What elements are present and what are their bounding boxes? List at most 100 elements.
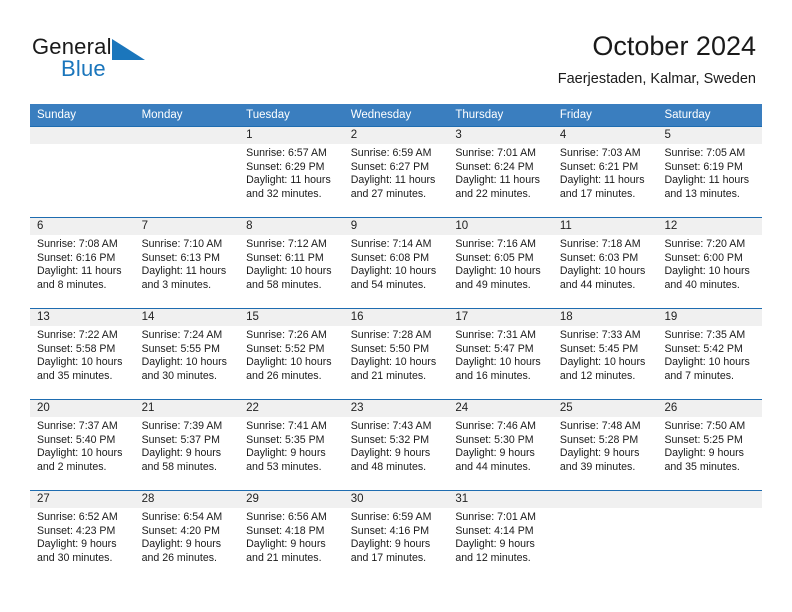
- sunrise-text: Sunrise: 7:18 AM: [559, 238, 641, 250]
- day-cell[interactable]: 31 Sunrise: 7:01 AM Sunset: 4:14 PM Dayl…: [448, 491, 553, 581]
- day-cell[interactable]: 26 Sunrise: 7:50 AM Sunset: 5:25 PM Dayl…: [657, 400, 762, 490]
- day-cell[interactable]: 6 Sunrise: 7:08 AM Sunset: 6:16 PM Dayli…: [30, 218, 135, 308]
- day-cell[interactable]: 9 Sunrise: 7:14 AM Sunset: 6:08 PM Dayli…: [344, 218, 449, 308]
- day-cell[interactable]: 7 Sunrise: 7:10 AM Sunset: 6:13 PM Dayli…: [135, 218, 240, 308]
- daylight-text-line1: Daylight: 10 hours: [246, 265, 332, 277]
- day-details: Sunrise: 7:01 AM Sunset: 6:24 PM Dayligh…: [455, 147, 547, 201]
- day-cell[interactable]: 18 Sunrise: 7:33 AM Sunset: 5:45 PM Dayl…: [553, 309, 658, 399]
- day-cell[interactable]: 28 Sunrise: 6:54 AM Sunset: 4:20 PM Dayl…: [135, 491, 240, 581]
- sunset-text: Sunset: 5:50 PM: [350, 342, 430, 355]
- day-cell[interactable]: 13 Sunrise: 7:22 AM Sunset: 5:58 PM Dayl…: [30, 309, 135, 399]
- sunrise-text: Sunrise: 6:59 AM: [350, 147, 432, 159]
- day-cell[interactable]: 21 Sunrise: 7:39 AM Sunset: 5:37 PM Dayl…: [135, 400, 240, 490]
- sunrise-text: Sunrise: 7:14 AM: [350, 238, 432, 250]
- sunset-text: Sunset: 5:40 PM: [37, 433, 116, 446]
- day-details: Sunrise: 7:01 AM Sunset: 4:14 PM Dayligh…: [455, 511, 547, 565]
- daylight-text-line2: and 7 minutes.: [664, 369, 734, 382]
- sunrise-text: Sunrise: 7:24 AM: [141, 329, 223, 341]
- brand-logo[interactable]: General Blue: [32, 34, 232, 89]
- day-cell[interactable]: 14 Sunrise: 7:24 AM Sunset: 5:55 PM Dayl…: [135, 309, 240, 399]
- sunset-text: Sunset: 4:18 PM: [246, 524, 325, 537]
- daylight-text-line2: and 49 minutes.: [455, 278, 531, 291]
- calendar-week-row: 6 Sunrise: 7:08 AM Sunset: 6:16 PM Dayli…: [30, 217, 762, 308]
- sunrise-text: Sunrise: 7:22 AM: [37, 329, 118, 341]
- day-cell[interactable]: 8 Sunrise: 7:12 AM Sunset: 6:11 PM Dayli…: [239, 218, 344, 308]
- day-number: 22: [246, 402, 259, 414]
- daylight-text-line2: and 44 minutes.: [455, 460, 531, 473]
- sunrise-text: Sunrise: 7:31 AM: [455, 329, 536, 341]
- sunset-text: Sunset: 5:45 PM: [559, 342, 639, 355]
- day-number: 26: [664, 402, 678, 414]
- calendar-week-row: 13 Sunrise: 7:22 AM Sunset: 5:58 PM Dayl…: [30, 308, 762, 399]
- sunrise-text: Sunrise: 6:57 AM: [246, 147, 327, 159]
- day-details: Sunrise: 7:20 AM Sunset: 6:00 PM Dayligh…: [664, 238, 756, 292]
- day-cell[interactable]: 20 Sunrise: 7:37 AM Sunset: 5:40 PM Dayl…: [30, 400, 135, 490]
- sunrise-text: Sunrise: 7:46 AM: [455, 420, 536, 432]
- day-details: Sunrise: 6:57 AM Sunset: 6:29 PM Dayligh…: [246, 147, 338, 201]
- day-details: Sunrise: 7:39 AM Sunset: 5:37 PM Dayligh…: [142, 420, 234, 474]
- day-cell[interactable]: [30, 127, 135, 217]
- day-number: 10: [455, 220, 469, 232]
- day-cell[interactable]: 17 Sunrise: 7:31 AM Sunset: 5:47 PM Dayl…: [448, 309, 553, 399]
- day-cell[interactable]: 10 Sunrise: 7:16 AM Sunset: 6:05 PM Dayl…: [448, 218, 553, 308]
- sunset-text: Sunset: 6:27 PM: [350, 160, 430, 173]
- day-cell[interactable]: 30 Sunrise: 6:59 AM Sunset: 4:16 PM Dayl…: [344, 491, 449, 581]
- day-cell[interactable]: 4 Sunrise: 7:03 AM Sunset: 6:21 PM Dayli…: [553, 127, 658, 217]
- daylight-text-line1: Daylight: 10 hours: [246, 356, 332, 368]
- day-cell[interactable]: 2 Sunrise: 6:59 AM Sunset: 6:27 PM Dayli…: [344, 127, 449, 217]
- daylight-text-line2: and 13 minutes.: [664, 187, 740, 200]
- day-cell[interactable]: 27 Sunrise: 6:52 AM Sunset: 4:23 PM Dayl…: [30, 491, 135, 581]
- day-number: 17: [455, 311, 469, 323]
- sunset-text: Sunset: 4:23 PM: [37, 524, 116, 537]
- daylight-text-line2: and 58 minutes.: [246, 278, 322, 291]
- day-number: 9: [350, 220, 358, 232]
- calendar-week-row: 20 Sunrise: 7:37 AM Sunset: 5:40 PM Dayl…: [30, 399, 762, 490]
- sunrise-text: Sunrise: 7:10 AM: [141, 238, 223, 250]
- day-cell[interactable]: 11 Sunrise: 7:18 AM Sunset: 6:03 PM Dayl…: [553, 218, 658, 308]
- day-cell[interactable]: 24 Sunrise: 7:46 AM Sunset: 5:30 PM Dayl…: [448, 400, 553, 490]
- sunset-text: Sunset: 6:19 PM: [664, 160, 743, 173]
- daylight-text-line1: Daylight: 10 hours: [350, 356, 437, 368]
- day-number: [664, 491, 756, 508]
- day-number: 18: [559, 311, 573, 323]
- sunrise-text: Sunrise: 7:26 AM: [246, 329, 327, 341]
- day-cell[interactable]: [135, 127, 240, 217]
- sunset-text: Sunset: 6:21 PM: [559, 160, 639, 173]
- sunset-text: Sunset: 6:00 PM: [664, 251, 743, 264]
- day-cell[interactable]: 25 Sunrise: 7:48 AM Sunset: 5:28 PM Dayl…: [553, 400, 658, 490]
- daylight-text-line1: Daylight: 9 hours: [559, 447, 640, 459]
- day-cell[interactable]: 5 Sunrise: 7:05 AM Sunset: 6:19 PM Dayli…: [657, 127, 762, 217]
- daylight-text-line1: Daylight: 11 hours: [455, 174, 540, 186]
- daylight-text-line2: and 16 minutes.: [455, 369, 531, 382]
- day-cell[interactable]: 29 Sunrise: 6:56 AM Sunset: 4:18 PM Dayl…: [239, 491, 344, 581]
- daylight-text-line1: Daylight: 11 hours: [246, 174, 331, 186]
- day-cell[interactable]: 22 Sunrise: 7:41 AM Sunset: 5:35 PM Dayl…: [239, 400, 344, 490]
- day-cell[interactable]: 3 Sunrise: 7:01 AM Sunset: 6:24 PM Dayli…: [448, 127, 553, 217]
- daylight-text-line2: and 44 minutes.: [559, 278, 636, 291]
- daylight-text-line1: Daylight: 9 hours: [246, 447, 326, 459]
- day-cell[interactable]: [553, 491, 658, 581]
- sunset-text: Sunset: 6:24 PM: [455, 160, 534, 173]
- sunset-text: Sunset: 5:32 PM: [350, 433, 430, 446]
- day-cell[interactable]: 16 Sunrise: 7:28 AM Sunset: 5:50 PM Dayl…: [344, 309, 449, 399]
- day-cell[interactable]: [657, 491, 762, 581]
- day-number: 31: [455, 493, 469, 505]
- daylight-text-line2: and 22 minutes.: [455, 187, 531, 200]
- day-cell[interactable]: 15 Sunrise: 7:26 AM Sunset: 5:52 PM Dayl…: [239, 309, 344, 399]
- sunset-text: Sunset: 4:16 PM: [350, 524, 430, 537]
- day-cell[interactable]: 19 Sunrise: 7:35 AM Sunset: 5:42 PM Dayl…: [657, 309, 762, 399]
- daylight-text-line1: Daylight: 11 hours: [559, 174, 645, 186]
- sunrise-text: Sunrise: 7:41 AM: [246, 420, 327, 432]
- daylight-text-line2: and 54 minutes.: [350, 278, 427, 291]
- day-cell[interactable]: 23 Sunrise: 7:43 AM Sunset: 5:32 PM Dayl…: [344, 400, 449, 490]
- day-number: 4: [559, 129, 567, 141]
- daylight-text-line2: and 26 minutes.: [246, 369, 322, 382]
- sunrise-text: Sunrise: 7:39 AM: [141, 420, 223, 432]
- day-cell[interactable]: 12 Sunrise: 7:20 AM Sunset: 6:00 PM Dayl…: [657, 218, 762, 308]
- sunrise-text: Sunrise: 7:16 AM: [455, 238, 536, 250]
- calendar-week-row: 1 Sunrise: 6:57 AM Sunset: 6:29 PM Dayli…: [30, 126, 762, 217]
- sunset-text: Sunset: 5:42 PM: [664, 342, 743, 355]
- daylight-text-line1: Daylight: 10 hours: [350, 265, 437, 277]
- day-cell[interactable]: 1 Sunrise: 6:57 AM Sunset: 6:29 PM Dayli…: [239, 127, 344, 217]
- daylight-text-line2: and 17 minutes.: [559, 187, 636, 200]
